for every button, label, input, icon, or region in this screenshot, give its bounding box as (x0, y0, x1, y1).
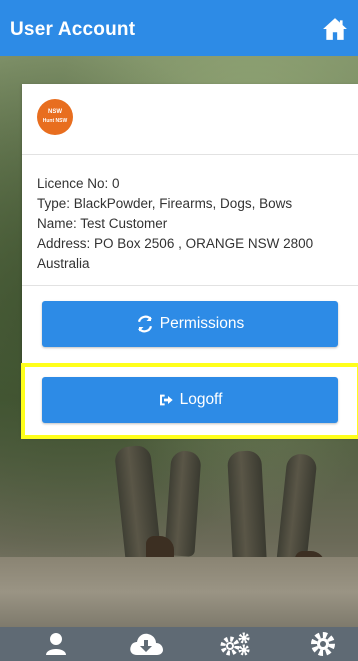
nav-sync[interactable] (121, 627, 171, 661)
nav-settings[interactable] (298, 627, 348, 661)
bottom-nav (0, 627, 358, 661)
customer-name: Name: Test Customer (37, 216, 168, 231)
permissions-button[interactable]: Permissions (42, 301, 338, 347)
home-icon[interactable] (322, 16, 348, 42)
page-title: User Account (10, 19, 136, 40)
user-icon (46, 633, 66, 655)
account-info: Licence No: 0 Type: BlackPowder, Firearm… (37, 174, 347, 274)
nav-gears[interactable] (211, 627, 261, 661)
refresh-icon (137, 315, 152, 333)
cloud-download-icon (130, 633, 163, 655)
divider (22, 154, 358, 155)
licence-number: Licence No: 0 (37, 176, 120, 191)
settings-icon (311, 632, 335, 656)
sign-out-icon (159, 394, 173, 406)
app-root: User Account NSW Hunt NSW Licence No: 0 … (0, 0, 358, 661)
logo-hunt-text: Hunt NSW (42, 118, 68, 124)
divider (22, 285, 358, 286)
licence-type: Type: BlackPowder, Firearms, Dogs, Bows (37, 196, 293, 211)
gears-icon (220, 632, 250, 656)
address-line-1: Address: PO Box 2506 , ORANGE NSW 2800 (37, 236, 314, 251)
hunt-nsw-logo: NSW Hunt NSW (37, 99, 73, 135)
address-line-2: Australia (37, 256, 90, 271)
logoff-button[interactable]: Logoff (42, 377, 338, 423)
logo-nsw-text: NSW (48, 109, 62, 115)
nav-account[interactable] (31, 627, 81, 661)
permissions-button-label: Permissions (159, 315, 245, 332)
app-header: User Account (0, 0, 358, 56)
logoff-button-label: Logoff (179, 391, 223, 408)
